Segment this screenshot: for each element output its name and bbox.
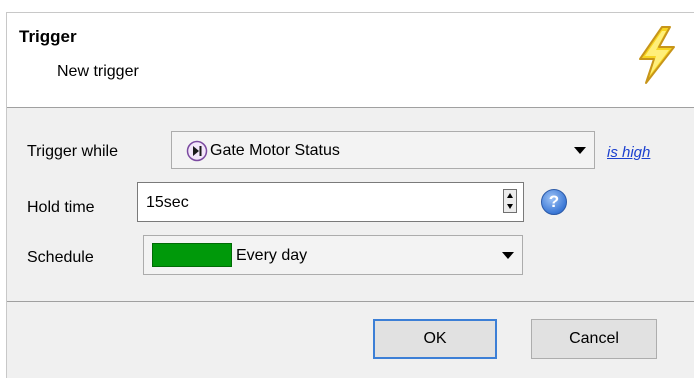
schedule-value: Every day: [236, 247, 308, 264]
hold-time-value: 15sec: [146, 194, 189, 211]
hold-time-spinbox[interactable]: 15sec: [137, 182, 524, 222]
stepper-up-icon[interactable]: [507, 193, 513, 198]
dialog-title: Trigger: [19, 27, 77, 46]
dialog-header: Trigger New trigger: [7, 13, 694, 108]
trigger-while-label: Trigger while: [27, 143, 118, 160]
schedule-color-swatch: [152, 243, 232, 267]
chevron-down-icon: [574, 147, 586, 154]
ok-button[interactable]: OK: [373, 319, 497, 359]
hold-time-stepper[interactable]: [503, 189, 517, 213]
digital-input-icon: [186, 140, 208, 162]
lightning-bolt-icon: [639, 26, 675, 84]
cancel-button[interactable]: Cancel: [531, 319, 657, 359]
trigger-while-value: Gate Motor Status: [210, 142, 340, 159]
schedule-select[interactable]: Every day: [143, 235, 523, 275]
chevron-down-icon: [502, 252, 514, 259]
stepper-down-icon[interactable]: [507, 204, 513, 209]
hold-time-label: Hold time: [27, 199, 95, 216]
footer-divider: [7, 301, 694, 302]
dialog-subtitle: New trigger: [57, 63, 139, 80]
trigger-dialog: Trigger New trigger Trigger while Gate M…: [6, 12, 694, 378]
schedule-label: Schedule: [27, 249, 94, 266]
condition-link[interactable]: is high: [607, 144, 650, 161]
help-icon[interactable]: ?: [541, 189, 567, 215]
trigger-while-select[interactable]: Gate Motor Status: [171, 131, 595, 169]
